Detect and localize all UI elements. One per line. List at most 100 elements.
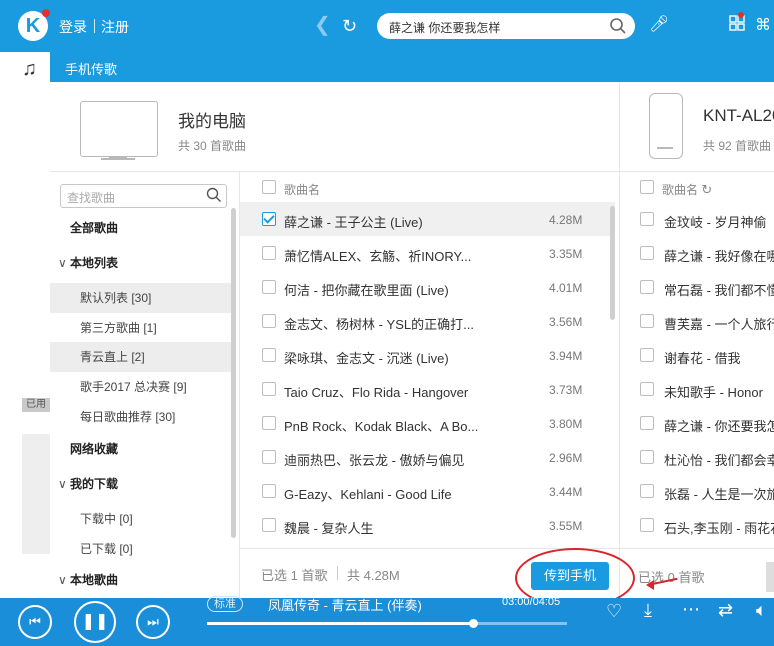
row-checkbox[interactable]	[640, 348, 654, 362]
selected-count: 已选 1 首歌	[261, 568, 328, 583]
divider	[94, 19, 95, 33]
row-checkbox[interactable]	[262, 484, 276, 498]
search-input[interactable]: 薛之谦 你还要我怎样	[389, 19, 500, 36]
table-row[interactable]: 魏晨 - 复杂人生 3.55M	[240, 508, 615, 542]
previous-icon[interactable]: ⏮︎	[18, 605, 52, 639]
column-header-song-name: 歌曲名	[284, 183, 321, 197]
row-checkbox[interactable]	[640, 280, 654, 294]
row-checkbox[interactable]	[262, 212, 276, 226]
phone-song-title: 杜沁怡 - 我们都会幸福	[664, 453, 774, 468]
annotation-arrowhead	[646, 580, 654, 590]
phone-icon	[649, 93, 683, 159]
list-item[interactable]: 石头,李玉刚 - 雨花石	[620, 508, 774, 542]
list-item[interactable]: 薛之谦 - 我好像在哪见过你	[620, 236, 774, 270]
progress-knob[interactable]	[469, 619, 478, 628]
phone-list-scrollbar[interactable]	[766, 562, 774, 592]
search-icon[interactable]	[206, 187, 222, 203]
phone-column-header: 歌曲名 ↻	[662, 181, 712, 198]
row-checkbox[interactable]	[640, 314, 654, 328]
pc-song-count: 共 30 首歌曲	[178, 139, 247, 153]
list-item[interactable]: 谢春花 - 借我	[620, 338, 774, 372]
divider	[240, 548, 774, 549]
list-item[interactable]: 曹芙嘉 - 一个人旅行	[620, 304, 774, 338]
table-row[interactable]: Taio Cruz、Flo Rida - Hangover 3.73M	[240, 372, 615, 406]
row-checkbox[interactable]	[262, 280, 276, 294]
sidebar-item-online-favorites[interactable]: 网络收藏	[50, 434, 234, 464]
sidebar-item-all-songs[interactable]: 全部歌曲	[50, 213, 234, 243]
song-size: 3.73M	[549, 383, 583, 397]
refresh-icon[interactable]: ↻	[342, 15, 357, 37]
row-checkbox[interactable]	[640, 416, 654, 430]
gamepad-icon[interactable]: ⌘	[755, 15, 771, 35]
login-link[interactable]: 登录	[59, 17, 87, 37]
table-row[interactable]: PnB Rock、Kodak Black、A Bo... 3.80M	[240, 406, 615, 440]
sidebar-item-qingyun[interactable]: 青云直上 [2]	[50, 342, 234, 372]
register-link[interactable]: 注册	[101, 17, 129, 37]
row-checkbox[interactable]	[262, 314, 276, 328]
search-box[interactable]: 薛之谦 你还要我怎样	[377, 13, 635, 39]
list-item[interactable]: 杜沁怡 - 我们都会幸福	[620, 440, 774, 474]
sidebar-group-local-lists[interactable]: ∨ 本地列表	[50, 248, 234, 278]
row-checkbox[interactable]	[640, 246, 654, 260]
microphone-icon[interactable]: 🎤︎	[649, 14, 669, 34]
song-size: 4.28M	[549, 213, 583, 227]
row-checkbox[interactable]	[262, 416, 276, 430]
sidebar-item-downloading[interactable]: 下载中 [0]	[50, 504, 234, 534]
song-title: G-Eazy、Kehlani - Good Life	[284, 487, 452, 502]
row-checkbox[interactable]	[262, 450, 276, 464]
music-note-icon[interactable]: ♫	[22, 58, 37, 81]
song-title: 薛之谦 - 王子公主 (Live)	[284, 215, 423, 230]
phone-name: KNT-AL20	[703, 106, 774, 125]
sidebar-scrollbar[interactable]	[231, 208, 236, 538]
volume-icon[interactable]: 🔈︎	[756, 600, 767, 621]
row-checkbox[interactable]	[262, 518, 276, 532]
search-icon[interactable]	[609, 17, 627, 35]
sidebar-item-daily-recommend[interactable]: 每日歌曲推荐 [30]	[50, 402, 234, 432]
song-search-field[interactable]: 查找歌曲	[60, 184, 227, 208]
phone-select-all-checkbox[interactable]	[640, 180, 654, 194]
sidebar-item-singer-2017[interactable]: 歌手2017 总决赛 [9]	[50, 372, 234, 402]
list-item[interactable]: 薛之谦 - 你还要我怎样	[620, 406, 774, 440]
phone-song-count: 共 92 首歌曲	[703, 139, 772, 153]
song-search-placeholder: 查找歌曲	[67, 191, 116, 205]
sidebar-group-local-songs[interactable]: ∨ 本地歌曲	[50, 565, 234, 595]
sidebar-item-downloaded[interactable]: 已下载 [0]	[50, 534, 234, 564]
select-all-checkbox[interactable]	[262, 180, 276, 194]
list-item[interactable]: 金玟岐 - 岁月神偷	[620, 202, 774, 236]
table-row[interactable]: 薛之谦 - 王子公主 (Live) 4.28M	[240, 202, 615, 236]
refresh-icon[interactable]: ↻	[701, 182, 712, 197]
sidebar-item-third-party[interactable]: 第三方歌曲 [1]	[50, 313, 234, 343]
song-title: 梁咏琪、金志文 - 沉迷 (Live)	[284, 351, 449, 366]
list-item[interactable]: 未知歌手 - Honor	[620, 372, 774, 406]
next-icon[interactable]: ⏭︎	[136, 605, 170, 639]
sidebar-group-label: 本地列表	[70, 256, 119, 270]
table-row[interactable]: 萧忆情ALEX、玄觞、祈INORY... 3.35M	[240, 236, 615, 270]
back-arrow-icon[interactable]: ❮	[314, 14, 331, 36]
phone-song-title: 薛之谦 - 你还要我怎样	[664, 419, 774, 434]
song-list-scrollbar[interactable]	[610, 206, 615, 320]
quality-badge[interactable]: 标准	[207, 596, 243, 612]
row-checkbox[interactable]	[262, 246, 276, 260]
list-item[interactable]: 张磊 - 人生是一次旅行	[620, 474, 774, 508]
table-row[interactable]: 迪丽热巴、张云龙 - 傲娇与偏见 2.96M	[240, 440, 615, 474]
song-size: 2.96M	[549, 451, 583, 465]
list-item[interactable]: 常石磊 - 我们都不懂	[620, 270, 774, 304]
download-icon[interactable]: ⤓	[644, 600, 652, 621]
pause-icon[interactable]: ❚❚	[74, 601, 116, 643]
row-checkbox[interactable]	[640, 450, 654, 464]
row-checkbox[interactable]	[640, 518, 654, 532]
row-checkbox[interactable]	[262, 348, 276, 362]
repeat-icon[interactable]: ⇄	[718, 600, 733, 621]
row-checkbox[interactable]	[262, 382, 276, 396]
row-checkbox[interactable]	[640, 212, 654, 226]
table-row[interactable]: 金志文、杨树林 - YSL的正确打... 3.56M	[240, 304, 615, 338]
table-row[interactable]: 何洁 - 把你藏在歌里面 (Live) 4.01M	[240, 270, 615, 304]
sidebar-item-default-list[interactable]: 默认列表 [30]	[50, 283, 234, 313]
table-row[interactable]: 梁咏琪、金志文 - 沉迷 (Live) 3.94M	[240, 338, 615, 372]
table-row[interactable]: G-Eazy、Kehlani - Good Life 3.44M	[240, 474, 615, 508]
more-icon[interactable]: ⋯	[682, 599, 700, 620]
row-checkbox[interactable]	[640, 382, 654, 396]
sidebar-group-downloads[interactable]: ∨ 我的下载	[50, 469, 234, 499]
heart-icon[interactable]: ♡	[606, 601, 622, 622]
row-checkbox[interactable]	[640, 484, 654, 498]
